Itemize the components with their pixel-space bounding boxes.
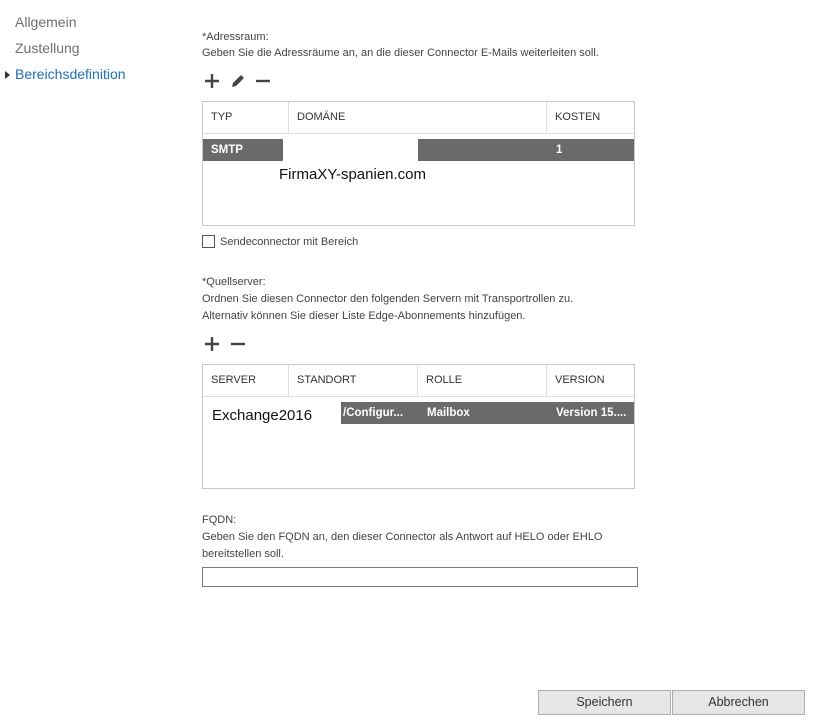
table-header: SERVER STANDORT ROLLE VERSION — [203, 365, 634, 397]
address-space-description: Geben Sie die Adressräume an, an die die… — [202, 47, 599, 59]
table-header: TYP DOMÄNE KOSTEN — [203, 102, 634, 134]
nav-item-bereichsdefinition[interactable]: Bereichsdefinition — [5, 66, 126, 82]
active-arrow-icon — [5, 71, 10, 79]
nav-item-label: Bereichsdefinition — [15, 66, 126, 82]
cell-site: /Configur... — [343, 407, 404, 419]
cell-type: SMTP — [211, 144, 243, 156]
table-row[interactable]: SMTP 1 — [203, 139, 634, 161]
cell-role: Mailbox — [427, 407, 470, 419]
fqdn-description-2: bereitstellen soll. — [202, 548, 284, 560]
column-header-standort[interactable]: STANDORT — [289, 365, 418, 396]
column-header-version[interactable]: VERSION — [547, 365, 634, 396]
minus-icon[interactable] — [229, 335, 247, 353]
source-servers-description-1: Ordnen Sie diesen Connector den folgende… — [202, 293, 574, 305]
minus-icon[interactable] — [254, 72, 272, 90]
scoped-connector-checkbox[interactable] — [202, 235, 215, 248]
plus-icon[interactable] — [203, 335, 221, 353]
save-button[interactable]: Speichern — [538, 690, 671, 715]
nav-item-zustellung[interactable]: Zustellung — [15, 40, 80, 56]
fqdn-title: FQDN: — [202, 514, 237, 526]
cell-version: Version 15.... — [556, 407, 627, 419]
scoped-connector-label: Sendeconnector mit Bereich — [220, 236, 359, 248]
fqdn-description-1: Geben Sie den FQDN an, den dieser Connec… — [202, 531, 603, 543]
pencil-icon[interactable] — [229, 72, 247, 90]
source-servers-description-2: Alternativ können Sie dieser Liste Edge-… — [202, 310, 526, 322]
column-header-kosten[interactable]: KOSTEN — [547, 102, 634, 133]
cell-cost: 1 — [556, 144, 563, 156]
cell-server: Exchange2016 — [212, 407, 313, 424]
cancel-button[interactable]: Abbrechen — [672, 690, 805, 715]
address-space-table: TYP DOMÄNE KOSTEN SMTP 1 FirmaXY-spanien… — [202, 101, 635, 226]
source-servers-table: SERVER STANDORT ROLLE VERSION /Configur.… — [202, 364, 635, 489]
column-header-server[interactable]: SERVER — [203, 365, 289, 396]
column-header-domaene[interactable]: DOMÄNE — [289, 102, 547, 133]
column-header-rolle[interactable]: ROLLE — [418, 365, 547, 396]
plus-icon[interactable] — [203, 72, 221, 90]
source-servers-title: *Quellserver: — [202, 276, 266, 288]
nav-item-allgemein[interactable]: Allgemein — [15, 14, 76, 30]
address-space-title: *Adressraum: — [202, 31, 269, 43]
column-header-typ[interactable]: TYP — [203, 102, 289, 133]
cell-domain: FirmaXY-spanien.com — [279, 166, 427, 183]
fqdn-input[interactable] — [202, 567, 638, 587]
